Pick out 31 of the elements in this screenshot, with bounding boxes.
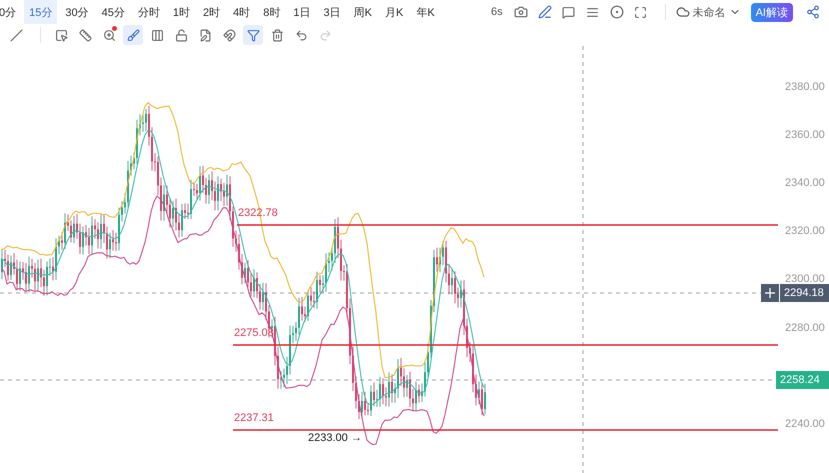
y-axis-label: 2280.00 <box>785 322 825 334</box>
layout-name[interactable]: 未命名 <box>692 4 726 20</box>
timeframe-tab[interactable]: 30分 <box>60 0 94 24</box>
crosshair-price-tag: 2294.18 <box>780 284 829 302</box>
last-price-tag: 2258.24 <box>776 371 829 389</box>
ai-button[interactable]: AI解读 <box>750 2 793 22</box>
timeframe-tab[interactable]: 2时 <box>198 0 226 24</box>
timeframe-tab[interactable]: 1日 <box>288 0 316 24</box>
y-axis-label: 2300.00 <box>785 273 825 286</box>
timeframe-tab[interactable]: 月K <box>380 0 408 24</box>
timeframe-tab[interactable]: 分时 <box>132 0 165 24</box>
timeframe-tab[interactable]: 4时 <box>228 0 256 24</box>
low-price-label: 2233.00 → <box>308 432 362 444</box>
y-axis-label: 2360.00 <box>785 129 825 142</box>
y-axis-label: 2340.00 <box>785 177 825 190</box>
timeframe-tab[interactable]: 3日 <box>318 0 346 24</box>
timeframe-tab[interactable]: 15分 <box>24 0 58 24</box>
y-axis-label: 2240.00 <box>785 418 825 430</box>
y-axis-label: 2380.00 <box>785 81 825 93</box>
brush-icon[interactable] <box>123 25 143 45</box>
timeframe-tab[interactable]: 1时 <box>168 0 195 24</box>
refresh-interval[interactable]: 6s <box>490 6 503 18</box>
add-icon[interactable] <box>761 284 779 302</box>
filter-icon[interactable] <box>243 25 263 45</box>
cloud-icon <box>676 5 690 19</box>
timeframe-tab[interactable]: 8时 <box>258 0 286 24</box>
timeframe-tab[interactable]: 周K <box>348 0 377 24</box>
timeframe-tab[interactable]: 45分 <box>96 0 130 24</box>
level-price-label: 2237.31 <box>234 412 274 424</box>
y-axis-label: 2320.00 <box>785 225 825 238</box>
timeframe-tab[interactable]: 年K <box>411 0 440 24</box>
